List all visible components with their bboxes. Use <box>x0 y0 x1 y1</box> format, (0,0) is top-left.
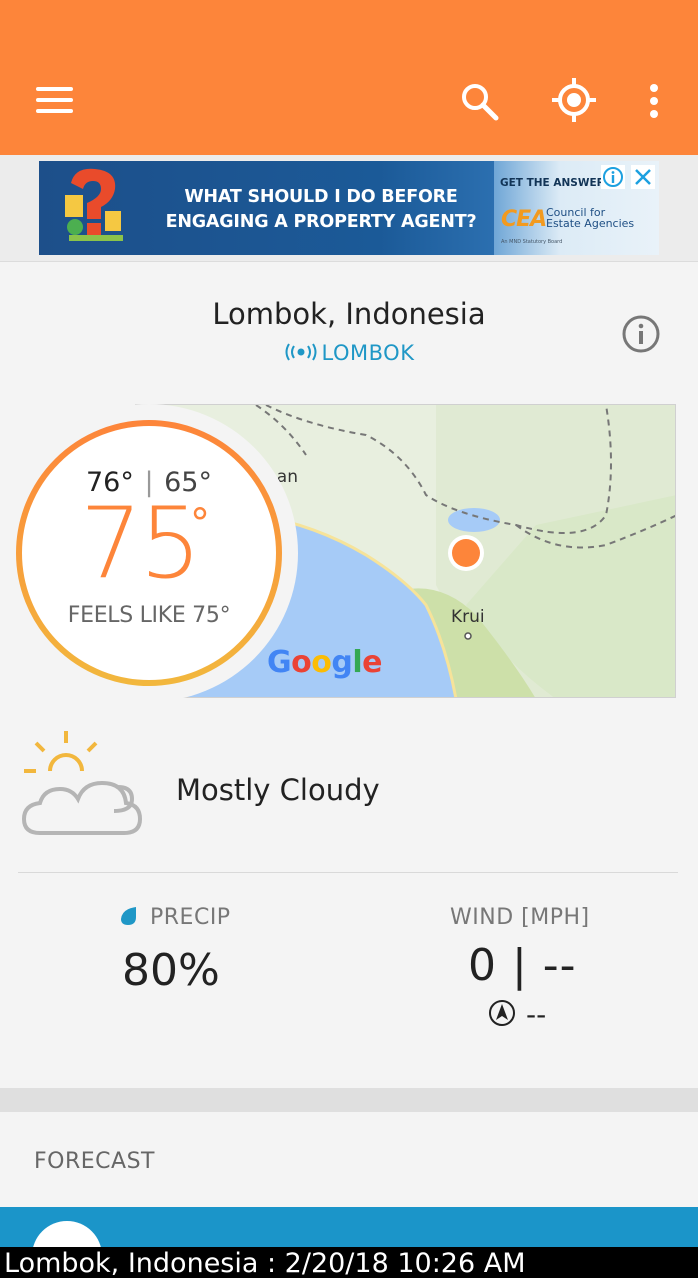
map-place-label: Krui <box>451 607 485 627</box>
search-icon[interactable] <box>458 80 502 124</box>
wind-label: WIND [MPH] <box>450 905 590 930</box>
ad-container: WHAT SHOULD I DO BEFORE ENGAGING A PROPE… <box>0 155 698 262</box>
ad-cta[interactable]: GET THE ANSWER <box>500 177 605 189</box>
ad-banner[interactable]: WHAT SHOULD I DO BEFORE ENGAGING A PROPE… <box>39 161 659 255</box>
partly-cloudy-day-icon <box>21 731 143 835</box>
feels-like-temperature: FEELS LIKE 75° <box>67 603 231 628</box>
forecast-card[interactable] <box>0 1207 698 1247</box>
temperature-degree: ° <box>190 501 210 547</box>
forecast-section: FORECAST <box>0 1112 698 1207</box>
ad-headline: WHAT SHOULD I DO BEFORE ENGAGING A PROPE… <box>165 187 477 232</box>
wind-direction: -- <box>488 998 546 1031</box>
forecast-heading: FORECAST <box>34 1149 155 1174</box>
my-location-icon[interactable] <box>550 76 598 124</box>
precip-value: 80% <box>122 945 220 996</box>
broadcast-icon <box>285 343 317 361</box>
ad-brand-tagline: An MND Statutory Board <box>501 239 563 245</box>
ad-illustration-icon <box>65 168 123 241</box>
forecast-icon <box>32 1221 102 1247</box>
more-vert-icon[interactable] <box>640 80 668 124</box>
current-temperature: 75 <box>80 487 202 601</box>
ad-brand-logo: CEA <box>501 207 547 232</box>
compass-arrow-icon <box>489 1000 515 1026</box>
google-logo: Google <box>267 645 383 680</box>
weather-station[interactable]: LOMBOK <box>0 341 698 365</box>
divider <box>18 872 678 873</box>
section-separator <box>0 1088 698 1112</box>
hamburger-menu-icon[interactable] <box>30 82 78 118</box>
current-conditions-card: Lombok, Indonesia LOMBOK han Krui Google… <box>0 263 698 1088</box>
ad-brand-name: Council for Estate Agencies <box>546 206 635 230</box>
app-toolbar <box>0 0 698 155</box>
location-pin-icon[interactable] <box>446 533 486 573</box>
precip-label: PRECIP <box>118 905 231 930</box>
screenshot-caption: Lombok, Indonesia : 2/20/18 10:26 AM <box>0 1247 698 1278</box>
station-name: LOMBOK <box>321 341 415 365</box>
ad-close-icon[interactable] <box>631 165 655 189</box>
raindrop-icon <box>121 907 136 925</box>
info-icon[interactable] <box>620 313 662 355</box>
condition-text: Mostly Cloudy <box>176 773 380 807</box>
location-title: Lombok, Indonesia <box>212 297 486 331</box>
wind-value: 0 | -- <box>468 940 577 991</box>
ad-info-icon[interactable] <box>601 165 625 189</box>
